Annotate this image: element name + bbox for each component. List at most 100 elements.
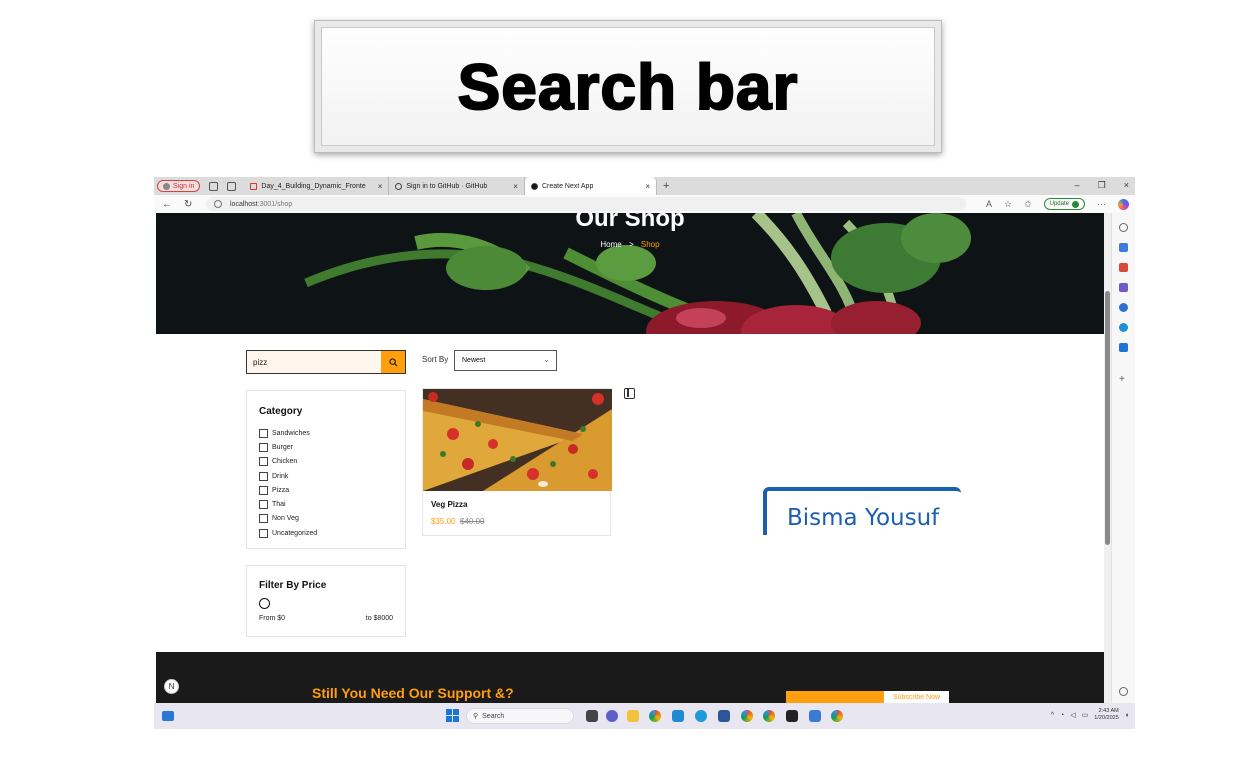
category-item[interactable]: Pizza: [259, 483, 317, 497]
volume-icon[interactable]: ◁: [1070, 711, 1075, 719]
battery-icon[interactable]: ▭: [1082, 711, 1089, 719]
checkbox[interactable]: [259, 514, 268, 524]
taskbar-search[interactable]: ⚲ Search: [466, 708, 574, 724]
title-banner: Search bar: [314, 20, 942, 153]
send-icon[interactable]: [1119, 343, 1128, 352]
read-aloud-icon[interactable]: A: [986, 199, 992, 209]
support-heading: Still You Need Our Support &?: [312, 685, 514, 701]
category-item[interactable]: Non Veg: [259, 512, 317, 526]
notepad-icon[interactable]: [809, 710, 821, 722]
avatar-icon: [163, 182, 170, 190]
edge-icon[interactable]: [695, 710, 707, 722]
add-icon[interactable]: +: [1119, 375, 1128, 385]
chrome-icon[interactable]: [649, 710, 661, 722]
update-label: Update: [1049, 201, 1069, 207]
chrome-icon[interactable]: [763, 710, 775, 722]
category-label: Thai: [272, 501, 286, 509]
tab-github[interactable]: Sign in to GitHub · GitHub ×: [389, 177, 525, 195]
checkbox[interactable]: [259, 528, 268, 538]
search-input[interactable]: [247, 351, 381, 373]
widgets-icon[interactable]: [162, 711, 174, 721]
new-tab-button[interactable]: +: [663, 180, 669, 192]
chevron-up-icon[interactable]: ^: [1051, 712, 1054, 719]
copilot-icon[interactable]: [1118, 198, 1129, 210]
terminal-icon[interactable]: [786, 710, 798, 722]
site-info-icon[interactable]: [214, 200, 222, 208]
page-scrollbar[interactable]: [1104, 213, 1111, 703]
checkbox[interactable]: [259, 471, 268, 481]
tab-title: Create Next App: [541, 182, 594, 190]
refresh-icon[interactable]: ↻: [184, 199, 198, 210]
checkbox[interactable]: [259, 442, 268, 452]
games-icon[interactable]: [1119, 283, 1128, 292]
category-item[interactable]: Burger: [259, 440, 317, 454]
shopping-icon[interactable]: [1119, 263, 1128, 272]
tab-actions-icon[interactable]: [227, 181, 237, 191]
product-card[interactable]: Veg Pizza $35.00 $40.00: [422, 388, 612, 536]
category-item[interactable]: Uncategorized: [259, 526, 317, 540]
clock[interactable]: 2:43 AM 1/20/2025: [1094, 708, 1118, 722]
checkbox[interactable]: [259, 500, 268, 510]
chat-icon[interactable]: [606, 710, 618, 722]
workspaces-icon[interactable]: [209, 181, 219, 191]
price-slider-handle[interactable]: [259, 598, 270, 609]
taskbar-search-label: Search: [482, 712, 505, 720]
hero-banner: Our Shop Home > Shop: [156, 213, 1104, 334]
back-arrow-icon[interactable]: ←: [162, 199, 176, 210]
close-icon[interactable]: ×: [513, 182, 518, 191]
category-label: Non Veg: [272, 515, 299, 523]
favorites-icon[interactable]: ✩: [1024, 199, 1032, 210]
vscode-icon[interactable]: [672, 710, 684, 722]
profile-signin-button[interactable]: Sign in: [157, 180, 201, 192]
edge-icon[interactable]: [1119, 303, 1128, 312]
close-icon[interactable]: ×: [378, 182, 383, 191]
minimize-button[interactable]: –: [1075, 180, 1080, 191]
more-menu-icon[interactable]: ···: [1097, 199, 1106, 209]
checkbox[interactable]: [259, 457, 268, 467]
category-item[interactable]: Sandwiches: [259, 426, 317, 440]
restore-button[interactable]: ❐: [1098, 180, 1106, 191]
product-name[interactable]: Veg Pizza: [431, 500, 467, 509]
category-filter: Category Sandwiches Burger Chicken Drink…: [246, 390, 406, 549]
breadcrumb-home[interactable]: Home: [600, 240, 621, 249]
clock-date: 1/20/2025: [1094, 715, 1119, 721]
tag-icon[interactable]: [1119, 243, 1128, 252]
file-explorer-icon[interactable]: [627, 710, 639, 722]
search-button[interactable]: [381, 351, 405, 373]
sort-label: Sort By: [422, 355, 449, 364]
category-label: Sandwiches: [272, 429, 310, 437]
task-view-icon[interactable]: [586, 710, 598, 722]
tab-day4[interactable]: Day_4_Building_Dynamic_Fronte ×: [244, 177, 390, 195]
price-from: From $0: [259, 615, 286, 622]
store-icon[interactable]: [718, 710, 730, 722]
category-heading: Category: [259, 406, 303, 417]
address-bar[interactable]: localhost:3001/shop: [206, 197, 966, 211]
sort-select[interactable]: Newest ⌄: [454, 350, 557, 371]
scrollbar-thumb[interactable]: [1105, 291, 1110, 545]
checkbox[interactable]: [259, 485, 268, 495]
update-button[interactable]: Update: [1043, 198, 1085, 210]
page-title: Our Shop: [575, 213, 685, 232]
wifi-icon[interactable]: ◔: [1060, 712, 1064, 719]
chrome-icon[interactable]: [741, 710, 753, 722]
search-icon[interactable]: [1119, 223, 1128, 232]
clock-time: 2:43 AM: [1098, 708, 1119, 714]
start-button[interactable]: [446, 709, 459, 722]
chrome-icon[interactable]: [831, 710, 843, 722]
outlook-icon[interactable]: [1119, 323, 1128, 332]
favorite-star-icon[interactable]: ☆: [1004, 199, 1012, 210]
gear-icon[interactable]: [1119, 687, 1128, 696]
product-image[interactable]: [423, 389, 612, 491]
tab-create-next-app[interactable]: Create Next App ×: [524, 177, 658, 195]
notifications-icon[interactable]: ◖: [1125, 712, 1129, 719]
checkbox[interactable]: [259, 428, 268, 438]
close-icon[interactable]: ×: [645, 182, 650, 191]
close-window-button[interactable]: ×: [1124, 180, 1129, 191]
nextjs-dev-indicator-icon[interactable]: N: [164, 679, 179, 694]
category-item[interactable]: Thai: [259, 497, 317, 511]
category-item[interactable]: Drink: [259, 469, 317, 483]
category-item[interactable]: Chicken: [259, 455, 317, 469]
product-old-price: $40.00: [460, 517, 485, 526]
product-price: $35.00: [431, 517, 456, 526]
sidebar-toggle-icon[interactable]: [624, 388, 635, 399]
